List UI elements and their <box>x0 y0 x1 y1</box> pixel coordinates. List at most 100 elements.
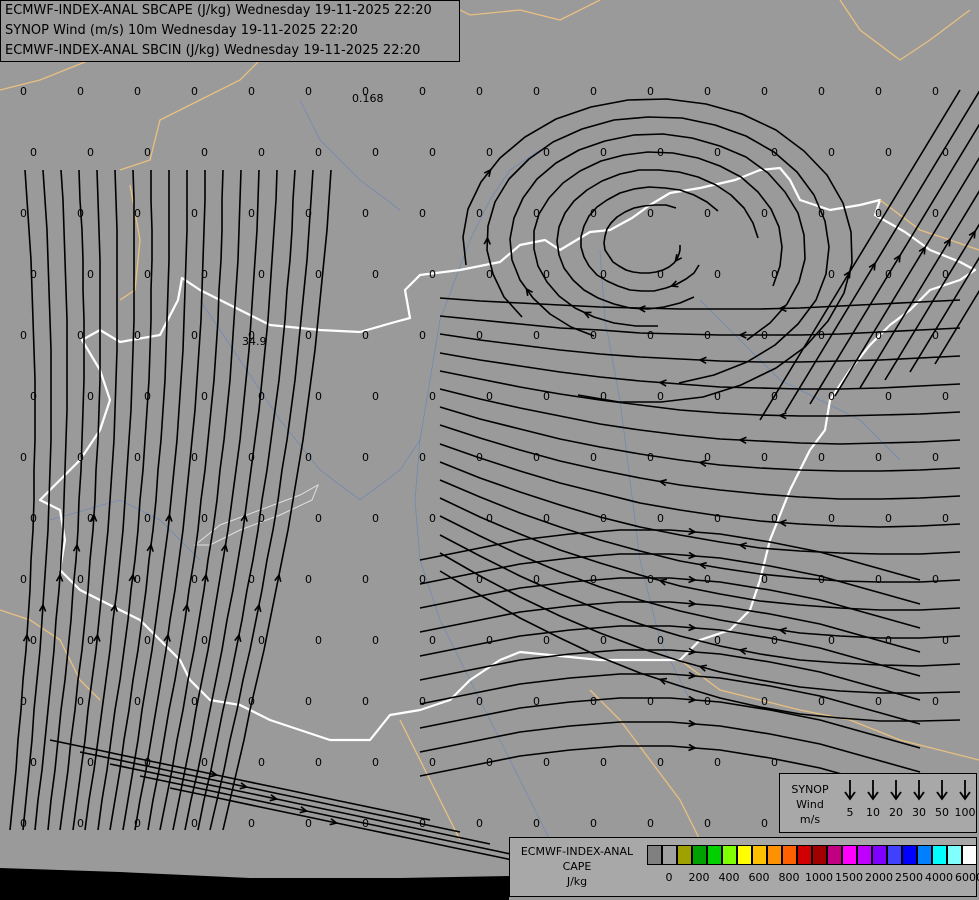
cape-value-label: 0 <box>134 817 141 830</box>
synop-speed-arrow: 5 <box>838 778 862 820</box>
cape-value-label: 0 <box>647 329 654 342</box>
cape-value-label: 0 <box>533 207 540 220</box>
cape-value-label: 0 <box>248 207 255 220</box>
cape-legend: ECMWF-INDEX-ANAL CAPE J/kg 0 200 400 600 800… <box>509 837 979 897</box>
cape-value-label: 0 <box>30 146 37 159</box>
cape-value-label: 0 <box>258 390 265 403</box>
cape-swatch <box>902 845 917 865</box>
cape-value-label: 0 <box>875 695 882 708</box>
cape-value-label: 0 <box>429 146 436 159</box>
cape-value-label: 0 <box>87 756 94 769</box>
cape-value-label: 0 <box>305 207 312 220</box>
cape-value-label: 0 <box>885 634 892 647</box>
cape-swatch <box>677 845 692 865</box>
cape-value-label: 0 <box>476 329 483 342</box>
cape-value-label: 0 <box>932 451 939 464</box>
cape-value-label: 0 <box>134 451 141 464</box>
cape-value-label: 0 <box>248 451 255 464</box>
cape-swatch <box>857 845 872 865</box>
cape-value-label: 0 <box>248 817 255 830</box>
cape-value-label: 0 <box>590 451 597 464</box>
cape-tick-label: 400 <box>718 871 740 884</box>
cape-tick-label: 200 <box>688 871 710 884</box>
cape-value-label: 0 <box>875 329 882 342</box>
cape-swatch <box>812 845 827 865</box>
cape-value-label: 0 <box>714 390 721 403</box>
cape-value-label: 0 <box>315 146 322 159</box>
synop-speed-arrows: 5 10 20 30 50 100 <box>838 778 976 830</box>
cape-value-label: 0 <box>828 268 835 281</box>
cape-value-label: 0 <box>20 817 27 830</box>
cape-value-label: 0 <box>362 207 369 220</box>
cape-value-label: 0 <box>372 146 379 159</box>
cape-value-label: 0 <box>818 207 825 220</box>
synop-speed-label: 10 <box>866 806 880 819</box>
cape-value-label: 0 <box>647 695 654 708</box>
cape-value-label: 0 <box>704 329 711 342</box>
cape-value-label: 0 <box>590 817 597 830</box>
cape-value-label: 0 <box>429 512 436 525</box>
cape-legend-title-line: ECMWF-INDEX-ANAL <box>520 845 634 858</box>
cape-value-label: 0 <box>362 573 369 586</box>
cape-value-label: 0 <box>258 634 265 647</box>
cape-swatch <box>767 845 782 865</box>
cape-value-label: 0 <box>476 85 483 98</box>
cape-swatch <box>662 845 677 865</box>
cape-value-label: 0 <box>828 146 835 159</box>
cape-value-label: 0 <box>543 390 550 403</box>
cape-value-label: 0 <box>761 329 768 342</box>
cape-value-label: 0 <box>885 146 892 159</box>
cape-swatch <box>887 845 902 865</box>
cape-value-label: 0 <box>543 512 550 525</box>
cape-value-label: 0 <box>875 207 882 220</box>
cape-value-label: 0 <box>305 85 312 98</box>
cape-swatch <box>962 845 977 865</box>
cape-value-label: 0 <box>771 268 778 281</box>
synop-speed-label: 20 <box>889 806 903 819</box>
cape-value-label: 0 <box>248 573 255 586</box>
cape-value-label: 0 <box>201 390 208 403</box>
weather-map[interactable]: 0 0 0 0 0 0 0 0 0 0 0 0 0 0 0 0 0 0 0 0 0 0 0 0 0 0 0 0 0 0 0 0 0 0 0 0 0 0 0 0… <box>0 0 979 900</box>
cape-value-label: 0 <box>419 207 426 220</box>
cape-color-scale: 0 200 400 600 800 100015002000250040006000 <box>647 845 979 893</box>
cape-tick-label: 0 <box>665 871 673 884</box>
cape-value-label: 0 <box>30 756 37 769</box>
cape-value-label: 0 <box>590 695 597 708</box>
arrow-down-icon <box>959 780 971 801</box>
cape-value-label: 0 <box>818 573 825 586</box>
cape-value-label: 0 <box>315 512 322 525</box>
cape-value-label: 0 <box>429 268 436 281</box>
cape-value-label: 0 <box>315 756 322 769</box>
cape-value-label: 0 <box>419 329 426 342</box>
cape-value-label: 0 <box>942 268 949 281</box>
arrow-down-icon <box>890 780 902 801</box>
cape-value-label: 0 <box>476 207 483 220</box>
cape-value-label: 0 <box>657 146 664 159</box>
cape-value-label: 0 <box>305 817 312 830</box>
cape-value-label: 0 <box>818 85 825 98</box>
cape-value-label: 0 <box>590 573 597 586</box>
cape-value-label: 0 <box>191 817 198 830</box>
cape-value-label: 0 <box>476 695 483 708</box>
cape-value-label: 0 <box>543 634 550 647</box>
cape-value-label: 0 <box>657 512 664 525</box>
synop-speed-arrow: 100 <box>953 778 977 820</box>
synop-speed-arrow: 10 <box>861 778 885 820</box>
cape-value-label: 0 <box>647 207 654 220</box>
cape-value-label: 0 <box>258 756 265 769</box>
cape-value-label: 0 <box>932 695 939 708</box>
synop-speed-arrow: 50 <box>930 778 954 820</box>
cape-value-label: 0 <box>30 512 37 525</box>
cape-value-label: 0 <box>30 268 37 281</box>
cape-value-label: 0 <box>248 695 255 708</box>
cape-value-label: 0 <box>714 146 721 159</box>
cape-value-label: 0 <box>258 268 265 281</box>
cape-value-label: 0 <box>657 756 664 769</box>
cape-swatch <box>932 845 947 865</box>
cape-value-label: 0 <box>134 695 141 708</box>
cape-value-label: 0 <box>647 573 654 586</box>
cape-value-label: 0 <box>315 268 322 281</box>
cape-value-label: 0 <box>144 146 151 159</box>
cape-value-label: 0 <box>77 451 84 464</box>
arrow-down-icon <box>913 780 925 801</box>
